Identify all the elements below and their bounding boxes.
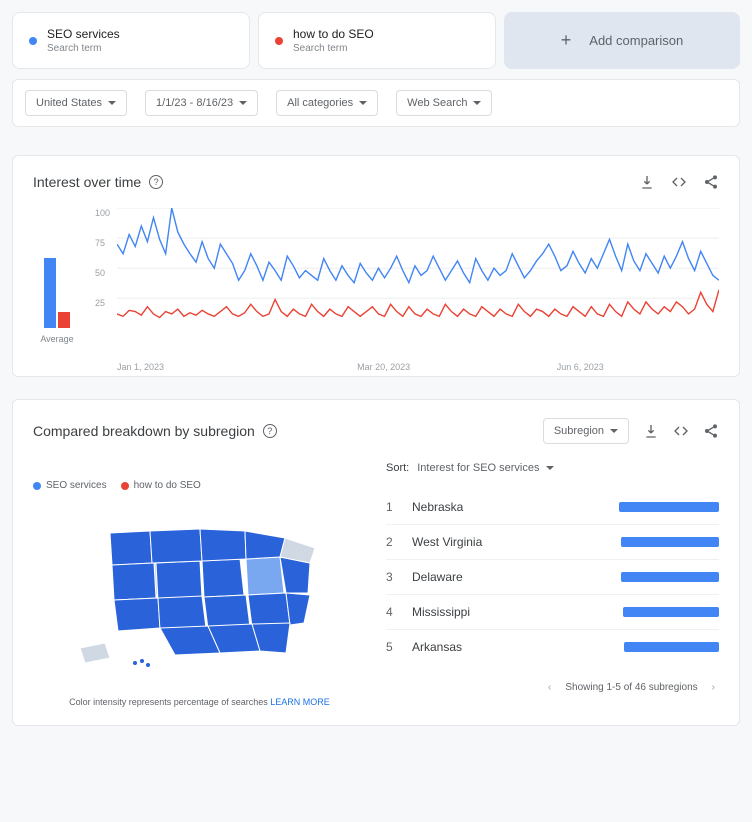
region-row[interactable]: 4 Mississippi bbox=[386, 594, 719, 629]
panel-title: Interest over time ? bbox=[33, 174, 163, 190]
region-name: Delaware bbox=[412, 570, 607, 584]
add-comparison-button[interactable]: + Add comparison bbox=[504, 12, 740, 69]
subregion-title: Compared breakdown by subregion ? bbox=[33, 423, 277, 439]
series-dot-blue bbox=[29, 37, 37, 45]
sort-value: Interest for SEO services bbox=[417, 462, 539, 474]
ytick-25: 25 bbox=[95, 298, 105, 308]
term-1-label: SEO services bbox=[47, 27, 120, 41]
term-1-sublabel: Search term bbox=[47, 43, 120, 54]
download-icon[interactable] bbox=[643, 423, 659, 439]
region-bar bbox=[624, 642, 719, 652]
sort-row: Sort: Interest for SEO services bbox=[386, 462, 719, 474]
chevron-down-icon bbox=[239, 101, 247, 105]
legend-dot-blue bbox=[33, 482, 41, 490]
filter-region-label: United States bbox=[36, 97, 102, 109]
region-bar bbox=[619, 502, 719, 512]
region-row[interactable]: 1 Nebraska bbox=[386, 490, 719, 524]
region-name: Arkansas bbox=[412, 640, 610, 654]
average-label: Average bbox=[40, 334, 73, 344]
region-rank: 2 bbox=[386, 535, 398, 549]
share-icon[interactable] bbox=[703, 174, 719, 190]
region-bar bbox=[621, 572, 719, 582]
region-row[interactable]: 3 Delaware bbox=[386, 559, 719, 594]
ytick-50: 50 bbox=[95, 268, 105, 278]
filter-timerange-label: 1/1/23 - 8/16/23 bbox=[156, 97, 233, 109]
term-2-sublabel: Search term bbox=[293, 43, 374, 54]
region-row[interactable]: 2 West Virginia bbox=[386, 524, 719, 559]
filter-category[interactable]: All categories bbox=[276, 90, 378, 116]
map-note: Color intensity represents percentage of… bbox=[69, 697, 330, 707]
embed-icon[interactable] bbox=[671, 174, 687, 190]
sort-dropdown[interactable]: Interest for SEO services bbox=[417, 462, 553, 474]
region-name: Nebraska bbox=[412, 500, 605, 514]
compare-row: SEO services Search term how to do SEO S… bbox=[12, 12, 740, 69]
line-chart[interactable]: 100 75 50 25 Jan 1, 2023 Mar 20, 2023 Ju… bbox=[95, 208, 719, 358]
add-comparison-label: Add comparison bbox=[589, 33, 683, 48]
ytick-75: 75 bbox=[95, 238, 105, 248]
pager-next[interactable]: › bbox=[708, 678, 719, 697]
help-icon[interactable]: ? bbox=[263, 424, 277, 438]
legend-dot-red bbox=[121, 482, 129, 490]
term-2-label: how to do SEO bbox=[293, 27, 374, 41]
subregion-dropdown-label: Subregion bbox=[554, 425, 604, 437]
region-bar bbox=[623, 607, 719, 617]
filter-timerange[interactable]: 1/1/23 - 8/16/23 bbox=[145, 90, 258, 116]
sort-label: Sort: bbox=[386, 462, 409, 474]
chevron-down-icon bbox=[610, 429, 618, 433]
learn-more-link[interactable]: LEARN MORE bbox=[270, 697, 330, 707]
xtick-1: Jan 1, 2023 bbox=[117, 362, 164, 372]
chevron-down-icon bbox=[473, 101, 481, 105]
region-rank: 4 bbox=[386, 605, 398, 619]
chevron-down-icon bbox=[359, 101, 367, 105]
xtick-2: Mar 20, 2023 bbox=[357, 362, 410, 372]
filter-searchtype-label: Web Search bbox=[407, 97, 467, 109]
download-icon[interactable] bbox=[639, 174, 655, 190]
filter-region[interactable]: United States bbox=[25, 90, 127, 116]
region-bar bbox=[621, 537, 719, 547]
ytick-100: 100 bbox=[95, 208, 110, 218]
pager: ‹ Showing 1-5 of 46 subregions › bbox=[386, 678, 719, 697]
chevron-down-icon bbox=[546, 466, 554, 470]
interest-title-text: Interest over time bbox=[33, 174, 141, 190]
region-list: 1 Nebraska 2 West Virginia 3 Delaware 4 Mississ… bbox=[386, 490, 719, 664]
avg-bar-red bbox=[58, 312, 70, 328]
share-icon[interactable] bbox=[703, 423, 719, 439]
interest-over-time-panel: Interest over time ? Average 100 75 50 2… bbox=[12, 155, 740, 377]
region-rank: 1 bbox=[386, 500, 398, 514]
subregion-title-text: Compared breakdown by subregion bbox=[33, 423, 255, 439]
region-rank: 5 bbox=[386, 640, 398, 654]
chevron-down-icon bbox=[108, 101, 116, 105]
avg-bar-blue bbox=[44, 258, 56, 328]
region-row[interactable]: 5 Arkansas bbox=[386, 629, 719, 664]
map-note-text: Color intensity represents percentage of… bbox=[69, 697, 268, 707]
pager-text: Showing 1-5 of 46 subregions bbox=[565, 682, 697, 693]
subregion-dropdown[interactable]: Subregion bbox=[543, 418, 629, 444]
chart-area: Average 100 75 50 25 Jan 1, 2023 Mar 20,… bbox=[33, 208, 719, 358]
embed-icon[interactable] bbox=[673, 423, 689, 439]
series-dot-red bbox=[275, 37, 283, 45]
help-icon[interactable]: ? bbox=[149, 175, 163, 189]
compare-term-1[interactable]: SEO services Search term bbox=[12, 12, 250, 69]
filter-searchtype[interactable]: Web Search bbox=[396, 90, 492, 116]
xtick-3: Jun 6, 2023 bbox=[557, 362, 604, 372]
lines-svg bbox=[117, 208, 719, 328]
region-name: West Virginia bbox=[412, 535, 607, 549]
subregion-panel: Compared breakdown by subregion ? Subreg… bbox=[12, 399, 740, 726]
region-name: Mississippi bbox=[412, 605, 609, 619]
compare-term-2[interactable]: how to do SEO Search term bbox=[258, 12, 496, 69]
legend-red-label: how to do SEO bbox=[134, 480, 201, 491]
average-column: Average bbox=[33, 208, 81, 358]
filter-category-label: All categories bbox=[287, 97, 353, 109]
legend: SEO services how to do SEO bbox=[33, 480, 201, 491]
pager-prev[interactable]: ‹ bbox=[544, 678, 555, 697]
panel-actions bbox=[639, 174, 719, 190]
legend-blue-label: SEO services bbox=[46, 480, 107, 491]
region-rank: 3 bbox=[386, 570, 398, 584]
plus-icon: + bbox=[561, 30, 572, 51]
filter-bar: United States 1/1/23 - 8/16/23 All categ… bbox=[12, 79, 740, 127]
us-map[interactable] bbox=[60, 503, 340, 673]
